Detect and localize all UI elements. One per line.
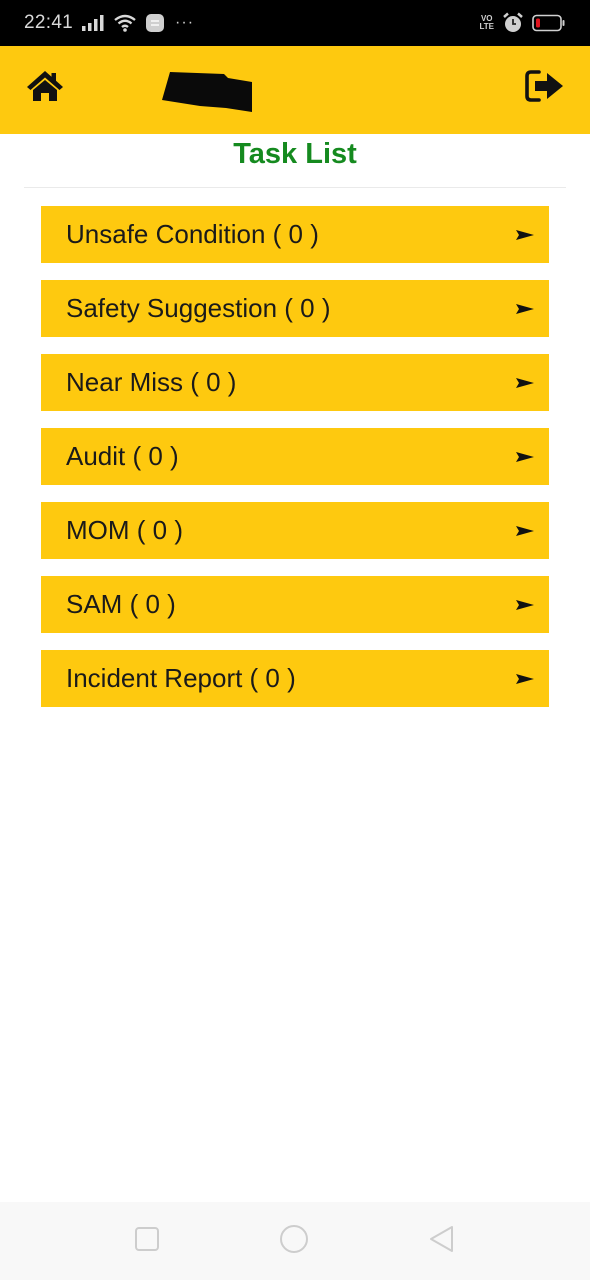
task-label: SAM ( 0 ) xyxy=(66,589,176,619)
arrow-right-icon xyxy=(515,451,535,463)
arrow-right-icon xyxy=(515,525,535,537)
task-item-incident-report[interactable]: Incident Report ( 0 ) xyxy=(41,650,549,707)
system-nav-bar xyxy=(0,1202,590,1280)
title-divider xyxy=(24,187,566,188)
app-notification-icon xyxy=(145,13,165,33)
wifi-icon xyxy=(113,14,137,32)
arrow-right-icon xyxy=(515,673,535,685)
recents-button[interactable] xyxy=(132,1226,162,1256)
task-item-near-miss[interactable]: Near Miss ( 0 ) xyxy=(41,354,549,411)
task-label: Near Miss ( 0 ) xyxy=(66,367,237,397)
redacted-title xyxy=(160,68,256,112)
circle-icon xyxy=(279,1224,309,1259)
sign-out-icon xyxy=(525,68,565,109)
status-bar-right: VO LTE xyxy=(479,12,566,34)
arrow-right-icon xyxy=(515,377,535,389)
triangle-back-icon xyxy=(427,1224,457,1259)
arrow-right-icon xyxy=(515,599,535,611)
volte-bottom: LTE xyxy=(479,22,494,31)
home-button[interactable] xyxy=(24,68,66,108)
signal-icon xyxy=(81,15,105,31)
app-header xyxy=(0,46,590,134)
system-home-button[interactable] xyxy=(279,1224,309,1259)
square-icon xyxy=(134,1226,160,1257)
status-time: 22:41 xyxy=(24,12,74,33)
task-label: Unsafe Condition ( 0 ) xyxy=(66,219,319,249)
status-bar: 22:41 ··· VO LTE xyxy=(0,0,590,46)
home-icon xyxy=(25,68,65,109)
arrow-right-icon xyxy=(515,229,535,241)
page-title: Task List xyxy=(233,138,357,170)
arrow-right-icon xyxy=(515,303,535,315)
task-item-mom[interactable]: MOM ( 0 ) xyxy=(41,502,549,559)
task-label: Incident Report ( 0 ) xyxy=(66,663,296,693)
more-notifications-icon: ··· xyxy=(175,14,195,31)
task-list: Unsafe Condition ( 0 ) Safety Suggestion… xyxy=(41,206,549,724)
task-label: Safety Suggestion ( 0 ) xyxy=(66,293,331,323)
task-item-unsafe-condition[interactable]: Unsafe Condition ( 0 ) xyxy=(41,206,549,263)
task-label: Audit ( 0 ) xyxy=(66,441,179,471)
back-button[interactable] xyxy=(427,1224,457,1259)
task-item-sam[interactable]: SAM ( 0 ) xyxy=(41,576,549,633)
task-item-audit[interactable]: Audit ( 0 ) xyxy=(41,428,549,485)
battery-icon xyxy=(532,14,566,32)
volte-icon: VO LTE xyxy=(479,15,494,31)
alarm-icon xyxy=(502,12,524,34)
logout-button[interactable] xyxy=(524,68,566,108)
task-label: MOM ( 0 ) xyxy=(66,515,183,545)
task-item-safety-suggestion[interactable]: Safety Suggestion ( 0 ) xyxy=(41,280,549,337)
status-bar-left: 22:41 ··· xyxy=(24,12,194,34)
